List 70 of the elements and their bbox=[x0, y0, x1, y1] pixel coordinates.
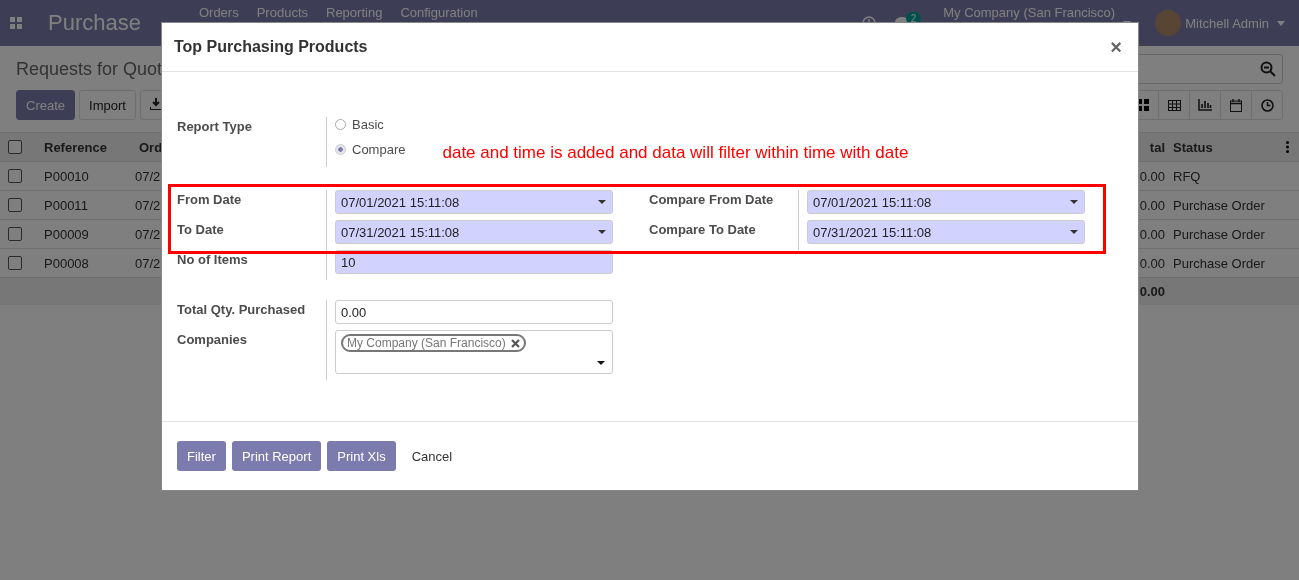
field-label: No of Items bbox=[177, 251, 249, 269]
column-header[interactable]: Status bbox=[1165, 139, 1278, 155]
row-checkbox[interactable] bbox=[8, 256, 22, 270]
download-icon bbox=[149, 97, 162, 110]
company-tag: My Company (San Francisco) bbox=[341, 334, 526, 352]
table-cell-text: P00009 bbox=[43, 226, 90, 242]
cancel-button[interactable]: Cancel bbox=[401, 448, 463, 464]
toolbar-button[interactable]: Import bbox=[79, 90, 136, 120]
column-header[interactable]: tal bbox=[1149, 139, 1165, 155]
table-cell-text: 07/2 bbox=[134, 226, 161, 242]
table-cell-text: 07/2 bbox=[134, 255, 161, 271]
clock-icon bbox=[1260, 98, 1274, 112]
field-label: Compare To Date bbox=[649, 221, 757, 239]
field-label: To Date bbox=[177, 221, 225, 239]
menu-item[interactable]: Reporting bbox=[326, 5, 383, 20]
companies-field[interactable]: My Company (San Francisco) bbox=[335, 330, 613, 374]
table-cell: 0.00 bbox=[1139, 168, 1165, 184]
date-field[interactable]: 07/31/2021 15:11:08 bbox=[807, 220, 1085, 244]
close-button[interactable]: × bbox=[1106, 37, 1126, 57]
table-icon bbox=[1167, 99, 1181, 111]
row-checkbox[interactable] bbox=[8, 227, 22, 241]
field-label: Companies bbox=[177, 331, 249, 349]
column-header[interactable]: Reference bbox=[36, 139, 131, 155]
date-field[interactable]: 07/31/2021 15:11:08 bbox=[335, 220, 613, 244]
field-label: Total Qty. Purchased bbox=[177, 301, 307, 319]
table-cell-text: Purchase Order bbox=[1172, 255, 1266, 271]
select-all-checkbox[interactable] bbox=[8, 140, 22, 154]
number-field[interactable]: 10 bbox=[335, 250, 613, 274]
menu-item[interactable]: Configuration bbox=[400, 5, 478, 20]
more-options-icon[interactable] bbox=[1286, 141, 1289, 153]
table-cell-text: RFQ bbox=[1172, 168, 1202, 184]
dialog-button[interactable]: Print Xls bbox=[327, 441, 396, 471]
menu-item[interactable]: Orders bbox=[198, 5, 239, 20]
row-checkbox[interactable] bbox=[8, 198, 22, 212]
company-switcher[interactable]: My Company (San Francisco) bbox=[943, 5, 1116, 20]
app-name: Purchase bbox=[48, 10, 141, 36]
apps-grid-icon[interactable] bbox=[10, 17, 22, 29]
page-title: Requests for Quot bbox=[16, 58, 163, 80]
footer-total: 0.00 bbox=[1139, 284, 1165, 299]
calendar-icon bbox=[1230, 98, 1242, 112]
number-field[interactable]: 0.00 bbox=[335, 300, 613, 324]
menu-item[interactable]: Products bbox=[256, 5, 308, 20]
date-field[interactable]: 07/01/2021 15:11:08 bbox=[807, 190, 1085, 214]
radio-label[interactable]: Basic bbox=[352, 117, 384, 132]
dialog-title: Top Purchasing Products bbox=[174, 38, 369, 56]
table-cell-text: P00008 bbox=[43, 255, 90, 271]
dialog-button[interactable]: Print Report bbox=[231, 441, 322, 471]
table-cell-text: 07/2 bbox=[134, 197, 161, 213]
field-label: From Date bbox=[177, 191, 243, 209]
field-label: Report Type bbox=[177, 118, 253, 134]
radio-button[interactable] bbox=[335, 144, 346, 155]
dialog-button[interactable]: Filter bbox=[177, 441, 226, 471]
date-field[interactable]: 07/01/2021 15:11:08 bbox=[335, 190, 613, 214]
table-cell: 0.00 bbox=[1139, 255, 1165, 271]
bar-chart-icon bbox=[1198, 99, 1212, 111]
table-cell-text: Purchase Order bbox=[1172, 197, 1266, 213]
radio-label[interactable]: Compare bbox=[352, 142, 406, 157]
toolbar-button[interactable]: Create bbox=[16, 90, 76, 120]
table-cell-text: P00010 bbox=[43, 168, 90, 184]
table-cell-text: P00011 bbox=[43, 197, 89, 213]
search-icon[interactable] bbox=[1260, 61, 1276, 77]
table-cell: 0.00 bbox=[1139, 226, 1165, 242]
table-cell-text: Purchase Order bbox=[1172, 226, 1266, 242]
remove-icon[interactable] bbox=[510, 338, 520, 348]
user-menu[interactable]: Mitchell Admin bbox=[1185, 15, 1269, 31]
table-cell: 0.00 bbox=[1139, 197, 1165, 213]
field-label: Compare From Date bbox=[649, 191, 775, 209]
row-checkbox[interactable] bbox=[8, 169, 22, 183]
table-cell-text: 07/2 bbox=[134, 168, 161, 184]
annotation-text: date and time is added and data will filter within time with date bbox=[442, 143, 909, 163]
